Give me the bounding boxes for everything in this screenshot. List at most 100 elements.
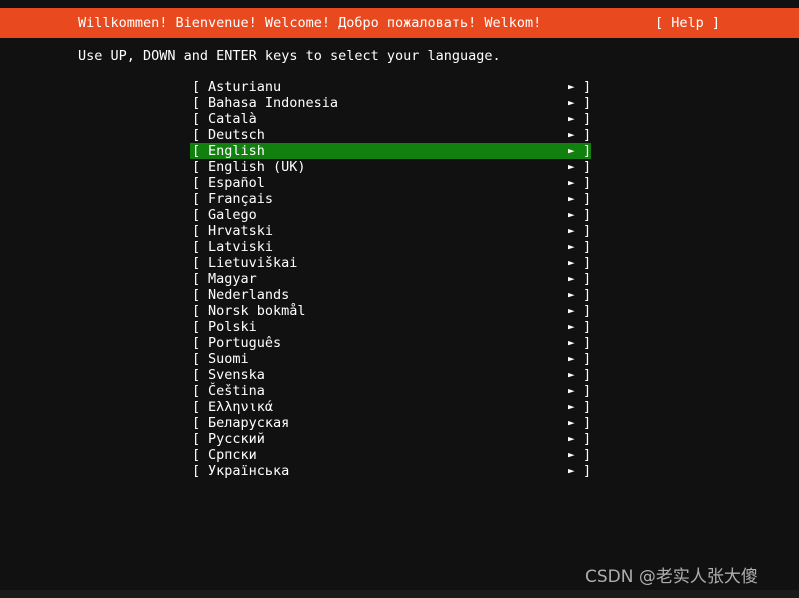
bottom-status-bar — [0, 590, 799, 598]
close-bracket: ] — [583, 351, 592, 367]
close-bracket: ] — [583, 143, 592, 159]
language-option-label: Svenska — [208, 367, 265, 383]
help-button[interactable]: [ Help ] — [655, 13, 720, 33]
language-option-label: Norsk bokmål — [208, 303, 306, 319]
chevron-right-icon: ► — [568, 144, 575, 157]
open-bracket: [ — [192, 367, 201, 383]
open-bracket: [ — [192, 207, 201, 223]
language-option[interactable]: [Galego ►] — [190, 207, 591, 223]
language-option[interactable]: [Latviski ►] — [190, 239, 591, 255]
open-bracket: [ — [192, 223, 201, 239]
chevron-right-icon: ► — [568, 448, 575, 461]
language-option[interactable]: [Nederlands ►] — [190, 287, 591, 303]
language-option[interactable]: [English (UK) ►] — [190, 159, 591, 175]
close-bracket: ] — [583, 287, 592, 303]
language-option[interactable]: [Беларуская ►] — [190, 415, 591, 431]
language-option[interactable]: [Bahasa Indonesia ►] — [190, 95, 591, 111]
close-bracket: ] — [583, 271, 592, 287]
close-bracket: ] — [583, 127, 592, 143]
language-option[interactable]: [Norsk bokmål ►] — [190, 303, 591, 319]
open-bracket: [ — [192, 447, 201, 463]
close-bracket: ] — [583, 111, 592, 127]
open-bracket: [ — [192, 79, 201, 95]
language-option-label: Suomi — [208, 351, 249, 367]
language-option-label: Català — [208, 111, 257, 127]
language-option-label: Asturianu — [208, 79, 282, 95]
language-option[interactable]: [Deutsch ►] — [190, 127, 591, 143]
open-bracket: [ — [192, 239, 201, 255]
chevron-right-icon: ► — [568, 464, 575, 477]
language-option-label: Українська — [208, 463, 290, 479]
chevron-right-icon: ► — [568, 368, 575, 381]
close-bracket: ] — [583, 335, 592, 351]
open-bracket: [ — [192, 95, 201, 111]
chevron-right-icon: ► — [568, 304, 575, 317]
chevron-right-icon: ► — [568, 256, 575, 269]
close-bracket: ] — [583, 431, 592, 447]
language-option[interactable]: [Svenska ►] — [190, 367, 591, 383]
chevron-right-icon: ► — [568, 272, 575, 285]
language-option[interactable]: [Suomi ►] — [190, 351, 591, 367]
open-bracket: [ — [192, 399, 201, 415]
language-option[interactable]: [ Português ►] — [190, 335, 591, 351]
close-bracket: ] — [583, 239, 592, 255]
language-option[interactable]: [ Hrvatski ►] — [190, 223, 591, 239]
close-bracket: ] — [583, 399, 592, 415]
open-bracket: [ — [192, 335, 201, 351]
close-bracket: ] — [583, 223, 592, 239]
language-option[interactable]: [Ελληνικά ►] — [190, 399, 591, 415]
language-option[interactable]: [Español ►] — [190, 175, 591, 191]
open-bracket: [ — [192, 111, 201, 127]
language-option-label: Nederlands — [208, 287, 290, 303]
language-option-label: Español — [208, 175, 265, 191]
language-option-label: Français — [208, 191, 274, 207]
language-option[interactable]: [Français ►] — [190, 191, 591, 207]
chevron-right-icon: ► — [568, 80, 575, 93]
language-option[interactable]: [ Українська ►] — [190, 463, 591, 479]
close-bracket: ] — [583, 79, 592, 95]
open-bracket: [ — [192, 431, 201, 447]
language-option[interactable]: [Русский ►] — [190, 431, 591, 447]
language-option[interactable]: [Lietuviškai ►] — [190, 255, 591, 271]
language-option[interactable]: [English ►] — [190, 143, 591, 159]
chevron-right-icon: ► — [568, 240, 575, 253]
open-bracket: [ — [192, 383, 201, 399]
language-option-label: Русский — [208, 431, 265, 447]
close-bracket: ] — [583, 415, 592, 431]
language-option[interactable]: [ Čeština ►] — [190, 383, 591, 399]
language-option-label: Hrvatski — [208, 223, 274, 239]
chevron-right-icon: ► — [568, 160, 575, 173]
chevron-right-icon: ► — [568, 176, 575, 189]
chevron-right-icon: ► — [568, 224, 575, 237]
language-option-label: Magyar — [208, 271, 257, 287]
chevron-right-icon: ► — [568, 208, 575, 221]
close-bracket: ] — [583, 175, 592, 191]
close-bracket: ] — [583, 95, 592, 111]
language-option-label: English (UK) — [208, 159, 306, 175]
close-bracket: ] — [583, 383, 592, 399]
language-option[interactable]: [Català ►] — [190, 111, 591, 127]
language-option-label: Ελληνικά — [208, 399, 274, 415]
language-option-label: Português — [208, 335, 282, 351]
language-option[interactable]: [Српски ►] — [190, 447, 591, 463]
language-option-label: Polski — [208, 319, 257, 335]
language-option-label: Čeština — [208, 383, 265, 399]
open-bracket: [ — [192, 351, 201, 367]
chevron-right-icon: ► — [568, 384, 575, 397]
open-bracket: [ — [192, 127, 201, 143]
chevron-right-icon: ► — [568, 336, 575, 349]
welcome-title: Willkommen! Bienvenue! Welcome! Добро по… — [78, 15, 542, 31]
language-option[interactable]: [Magyar ►] — [190, 271, 591, 287]
watermark: CSDN @老实人张大傻 — [585, 567, 758, 587]
language-option[interactable]: [Polski ►] — [190, 319, 591, 335]
instruction-text: Use UP, DOWN and ENTER keys to select yo… — [78, 48, 501, 64]
open-bracket: [ — [192, 463, 201, 479]
language-list[interactable]: [Asturianu ►] [Bahasa Indonesia ►] [Català ►]… — [190, 79, 591, 479]
open-bracket: [ — [192, 159, 201, 175]
close-bracket: ] — [583, 207, 592, 223]
close-bracket: ] — [583, 463, 592, 479]
close-bracket: ] — [583, 255, 592, 271]
language-option[interactable]: [ Asturianu ►] — [190, 79, 591, 95]
open-bracket: [ — [192, 319, 201, 335]
language-option-label: Lietuviškai — [208, 255, 298, 271]
